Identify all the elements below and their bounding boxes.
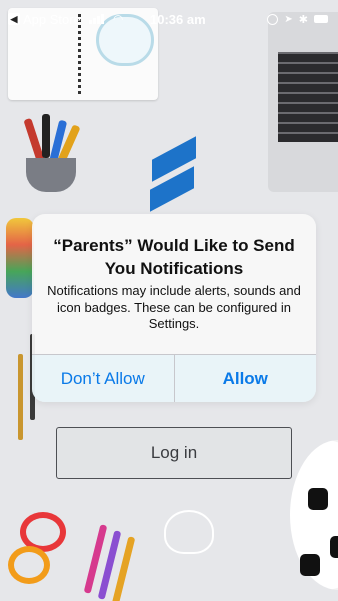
status-icons: ➤ ✱: [267, 13, 328, 26]
earphones-image: [164, 510, 214, 554]
laptop-image: [268, 12, 338, 192]
location-icon: ➤: [284, 13, 293, 25]
alert-buttons: Don’t Allow Allow: [32, 355, 316, 402]
paint-handprint-image: [6, 218, 34, 298]
back-arrow-icon: ◀: [8, 13, 20, 25]
login-button[interactable]: Log in: [56, 427, 292, 479]
pencil-cup-image: [20, 114, 84, 192]
status-time: 10:36 am: [150, 11, 206, 27]
alert-message: Notifications may include alerts, sounds…: [47, 283, 301, 331]
allow-button[interactable]: Allow: [173, 355, 316, 402]
pencil-image: [18, 354, 23, 440]
battery-icon: [314, 15, 328, 23]
back-to-app-link[interactable]: ◀ App Store: [8, 12, 81, 27]
dont-allow-button[interactable]: Don’t Allow: [32, 355, 174, 402]
wifi-icon: ◠: [112, 12, 124, 26]
status-bar: ◀ App Store ◠ 10:36 am ➤ ✱: [0, 8, 338, 30]
back-app-label: App Store: [23, 11, 81, 27]
rotation-lock-icon: [267, 13, 279, 25]
app-screen: ◀ App Store ◠ 10:36 am ➤ ✱ Log in “Paren…: [0, 0, 338, 601]
signal-icon: [88, 14, 105, 24]
bluetooth-icon: ✱: [298, 13, 308, 26]
soccer-ball-image: [290, 440, 338, 590]
alert-title: “Parents” Would Like to Send You Notific…: [53, 236, 295, 278]
notification-permission-alert: “Parents” Would Like to Send You Notific…: [32, 214, 316, 402]
